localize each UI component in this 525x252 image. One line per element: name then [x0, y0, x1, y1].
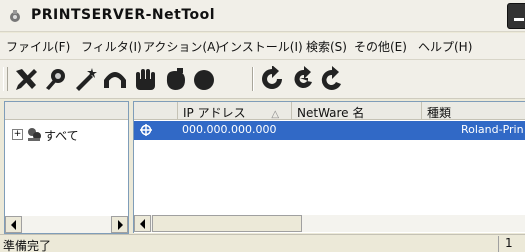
window-title: PRINTSERVER-NetTool: [31, 7, 216, 23]
status-pane-count: 1: [498, 236, 525, 252]
arrow-left-icon: [11, 220, 16, 230]
menu-bar: ファイル(F) フィルタ(I) アクション(A) インストール(I) 検索(S)…: [0, 33, 525, 60]
refresh-back-icon[interactable]: [288, 66, 316, 92]
menu-file[interactable]: ファイル(F): [6, 38, 70, 55]
minimize-icon: [514, 18, 524, 21]
scroll-left-button[interactable]: [5, 216, 22, 233]
sort-indicator-icon: △: [271, 109, 280, 120]
cell-type: Roland-Prin: [461, 123, 524, 136]
search-icon[interactable]: [42, 66, 70, 92]
tools-icon[interactable]: [12, 66, 40, 92]
scroll-thumb[interactable]: [152, 215, 302, 232]
column-header-icon[interactable]: [134, 102, 178, 120]
tree-item-label: すべて: [44, 129, 79, 143]
table-row[interactable]: 000.000.000.000 Roland-Prin: [134, 121, 525, 140]
arrow-left-icon: [140, 219, 145, 229]
menu-help[interactable]: ヘルプ(H): [418, 38, 472, 55]
scroll-right-button[interactable]: [111, 216, 128, 233]
menu-install[interactable]: インストール(I): [218, 38, 303, 55]
menu-search[interactable]: 検索(S): [306, 38, 347, 55]
column-header-netware[interactable]: NetWare 名: [292, 102, 422, 120]
scroll-left-button[interactable]: [134, 215, 151, 232]
menu-action[interactable]: アクション(A): [143, 38, 220, 55]
column-header-ip[interactable]: IP アドレス △: [178, 102, 292, 120]
minimize-button[interactable]: [507, 3, 525, 29]
network-group-icon: [28, 128, 41, 141]
refresh-forward-icon[interactable]: [318, 66, 346, 92]
title-bar[interactable]: PRINTSERVER-NetTool: [0, 0, 525, 32]
app-window: PRINTSERVER-NetTool ファイル(F) フィルタ(I) アクショ…: [0, 0, 525, 252]
circle-icon[interactable]: [190, 66, 218, 92]
menu-other[interactable]: その他(E): [354, 38, 407, 55]
tree-horizontal-scrollbar[interactable]: [5, 216, 128, 233]
refresh-icon[interactable]: [258, 66, 286, 92]
cell-ip: 000.000.000.000: [182, 123, 277, 136]
app-icon: [10, 10, 20, 22]
undo-icon[interactable]: [101, 66, 129, 92]
status-bar: 準備完了 1: [0, 234, 525, 252]
toolbar-grip[interactable]: [3, 67, 8, 91]
eraser-icon[interactable]: [161, 66, 189, 92]
status-text: 準備完了: [3, 239, 52, 252]
column-label-ip: IP アドレス: [183, 106, 246, 120]
tree-expander-icon[interactable]: +: [12, 129, 23, 140]
hand-icon[interactable]: [131, 66, 159, 92]
tree-pane[interactable]: + すべて: [4, 101, 129, 234]
device-list[interactable]: IP アドレス △ NetWare 名 種類 000.000.000.000 R…: [133, 101, 525, 233]
arrow-right-icon: [118, 220, 123, 230]
list-horizontal-scrollbar[interactable]: [134, 215, 525, 232]
toolbar-separator: [252, 67, 254, 91]
menu-filter[interactable]: フィルタ(I): [81, 38, 142, 55]
column-header-type[interactable]: 種類: [422, 102, 525, 120]
printer-server-icon: [140, 124, 152, 136]
toolbar: [0, 60, 525, 99]
wand-icon[interactable]: [72, 66, 100, 92]
tree-header: [5, 102, 128, 120]
